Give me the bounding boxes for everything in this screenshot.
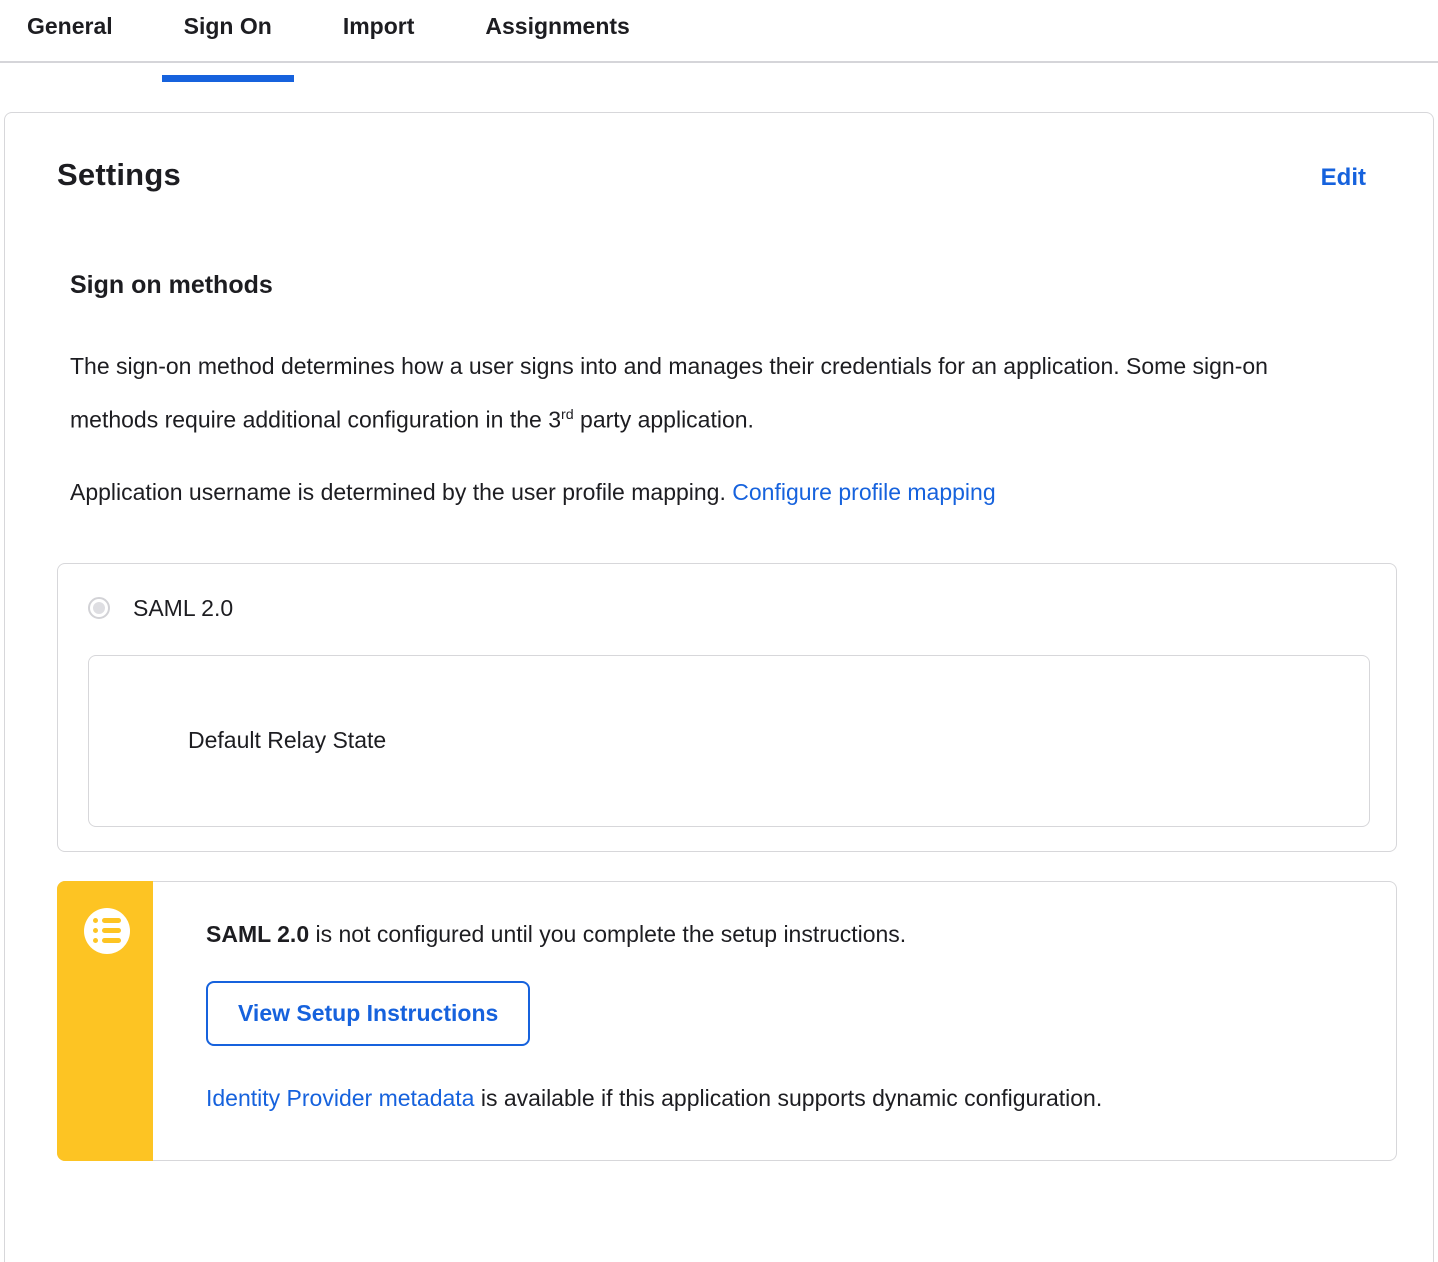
app-tab-bar: General Sign On Import Assignments	[0, 0, 1438, 82]
list-icon-bar	[102, 918, 121, 924]
saml-radio-dot	[93, 602, 105, 615]
callout-message: SAML 2.0 is not configured until you com…	[206, 918, 1356, 950]
tab-assignments[interactable]: Assignments	[463, 10, 651, 61]
list-icon-bar	[102, 928, 121, 934]
configure-profile-mapping-link[interactable]: Configure profile mapping	[732, 479, 995, 505]
callout-message-bold: SAML 2.0	[206, 920, 310, 947]
identity-provider-metadata-link[interactable]: Identity Provider metadata	[206, 1085, 474, 1111]
callout-message-rest: is not configured until you complete the…	[309, 920, 907, 947]
tab-general-label: General	[27, 13, 113, 39]
active-tab-underline	[161, 75, 294, 82]
ordinal-superscript: rd	[561, 407, 574, 423]
username-mapping-text: Application username is determined by th…	[70, 478, 733, 505]
settings-header-row: Settings Edit	[57, 113, 1391, 193]
list-icon-row	[93, 918, 121, 924]
list-icon-dot	[93, 928, 98, 934]
list-icon-row	[93, 928, 121, 934]
default-relay-state-label: Default Relay State	[188, 727, 387, 754]
tab-sign-on-label: Sign On	[183, 13, 272, 39]
view-setup-instructions-button[interactable]: View Setup Instructions	[206, 980, 531, 1046]
list-icon-dot	[93, 938, 98, 944]
tab-assignments-label: Assignments	[485, 13, 630, 39]
metadata-line: Identity Provider metadata is available …	[206, 1082, 1356, 1114]
metadata-line-rest: is available if this application support…	[474, 1084, 1103, 1111]
tab-sign-on[interactable]: Sign On	[161, 10, 294, 82]
list-icon-bar	[102, 938, 121, 944]
tab-import-label: Import	[342, 13, 415, 39]
tab-general[interactable]: General	[5, 10, 135, 61]
tab-import[interactable]: Import	[321, 10, 437, 61]
list-icon	[84, 907, 130, 954]
sign-on-description: The sign-on method determines how a user…	[70, 342, 1330, 445]
sign-on-description-tail: party application.	[573, 406, 754, 433]
saml-radio-row: SAML 2.0	[88, 595, 1370, 622]
edit-link[interactable]: Edit	[1321, 164, 1366, 192]
list-icon-row	[93, 938, 121, 944]
list-icon-dot	[93, 918, 98, 924]
sign-on-methods-heading: Sign on methods	[70, 271, 273, 299]
settings-title: Settings	[57, 157, 181, 192]
saml-method-box: SAML 2.0 Default Relay State	[57, 562, 1397, 852]
saml-radio-label: SAML 2.0	[133, 594, 234, 621]
settings-card: Settings Edit Sign on methods The sign-o…	[4, 112, 1434, 1262]
default-relay-state-box: Default Relay State	[88, 654, 1370, 827]
username-mapping-line: Application username is determined by th…	[70, 468, 1330, 517]
saml-not-configured-callout: SAML 2.0 is not configured until you com…	[57, 880, 1397, 1161]
saml-radio-button[interactable]	[88, 597, 110, 620]
